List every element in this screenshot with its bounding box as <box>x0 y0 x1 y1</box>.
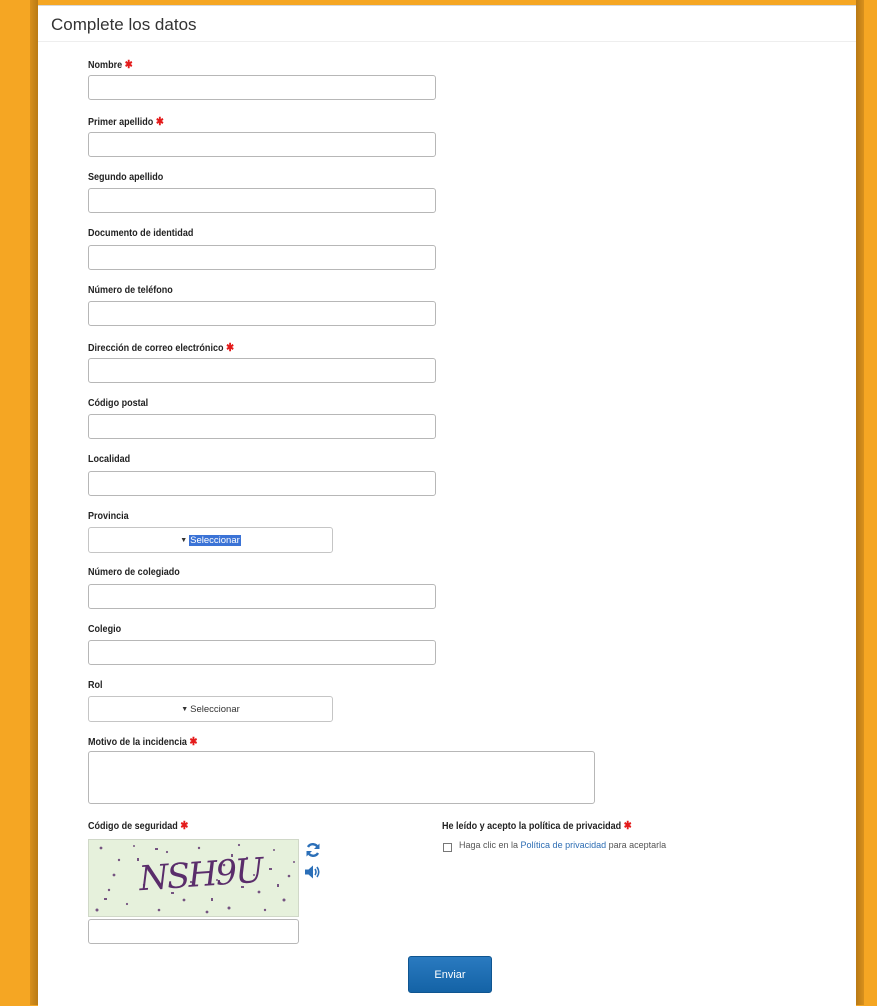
localidad-label: Localidad <box>88 453 131 465</box>
caret-down-icon: ▼ <box>181 705 189 713</box>
required-asterisk: ✱ <box>155 116 164 128</box>
captcha-text: NSH9U <box>137 850 264 900</box>
telefono-input[interactable] <box>88 301 436 326</box>
primer-apellido-label: Primer apellido ✱ <box>88 116 164 128</box>
correo-input[interactable] <box>88 358 436 383</box>
telefono-label: Número de teléfono <box>88 284 173 296</box>
provincia-select[interactable]: ▼ Seleccionar <box>88 527 333 553</box>
audio-icon[interactable] <box>304 864 322 880</box>
documento-label: Documento de identidad <box>88 227 194 239</box>
rol-label: Rol <box>88 679 103 691</box>
required-asterisk: ✱ <box>623 820 632 832</box>
required-asterisk: ✱ <box>226 342 235 354</box>
colegiado-input[interactable] <box>88 584 436 609</box>
codigo-seguridad-label: Código de seguridad ✱ <box>88 820 189 832</box>
caret-down-icon: ▼ <box>180 536 188 544</box>
required-asterisk: ✱ <box>124 59 133 71</box>
right-border-shadow <box>856 0 864 1005</box>
refresh-icon[interactable] <box>305 842 321 858</box>
motivo-label: Motivo de la incidencia ✱ <box>88 736 198 748</box>
privacy-checkbox[interactable] <box>443 843 452 852</box>
colegio-input[interactable] <box>88 640 436 665</box>
codigo-postal-input[interactable] <box>88 414 436 439</box>
colegio-label: Colegio <box>88 623 122 635</box>
nombre-input[interactable] <box>88 75 436 100</box>
panel-header: Complete los datos <box>38 6 856 42</box>
rol-selected-value: Seleccionar <box>190 703 240 715</box>
captcha-input[interactable] <box>88 919 299 944</box>
colegiado-label: Número de colegiado <box>88 566 180 578</box>
required-asterisk: ✱ <box>180 820 189 832</box>
motivo-textarea[interactable] <box>88 751 595 804</box>
privacy-label: He leído y acepto la política de privaci… <box>442 820 632 832</box>
captcha-image: NSH9U <box>88 839 299 917</box>
provincia-label: Provincia <box>88 510 129 522</box>
required-asterisk: ✱ <box>189 736 198 748</box>
page-title: Complete los datos <box>51 15 197 34</box>
privacy-text: Haga clic en la Política de privacidad p… <box>459 840 667 850</box>
correo-label: Dirección de correo electrónico ✱ <box>88 342 235 354</box>
submit-button[interactable]: Enviar <box>408 956 492 993</box>
nombre-label: Nombre ✱ <box>88 59 133 71</box>
segundo-apellido-label: Segundo apellido <box>88 171 164 183</box>
left-border-shadow <box>30 0 38 1005</box>
localidad-input[interactable] <box>88 471 436 496</box>
primer-apellido-input[interactable] <box>88 132 436 157</box>
provincia-selected-value: Seleccionar <box>189 534 241 546</box>
codigo-postal-label: Código postal <box>88 397 149 409</box>
documento-input[interactable] <box>88 245 436 270</box>
segundo-apellido-input[interactable] <box>88 188 436 213</box>
form-panel: Complete los datos Nombre ✱ Primer apelli… <box>38 5 856 1006</box>
privacy-policy-link[interactable]: Política de privacidad <box>521 840 607 850</box>
rol-select[interactable]: ▼ Seleccionar <box>88 696 333 722</box>
